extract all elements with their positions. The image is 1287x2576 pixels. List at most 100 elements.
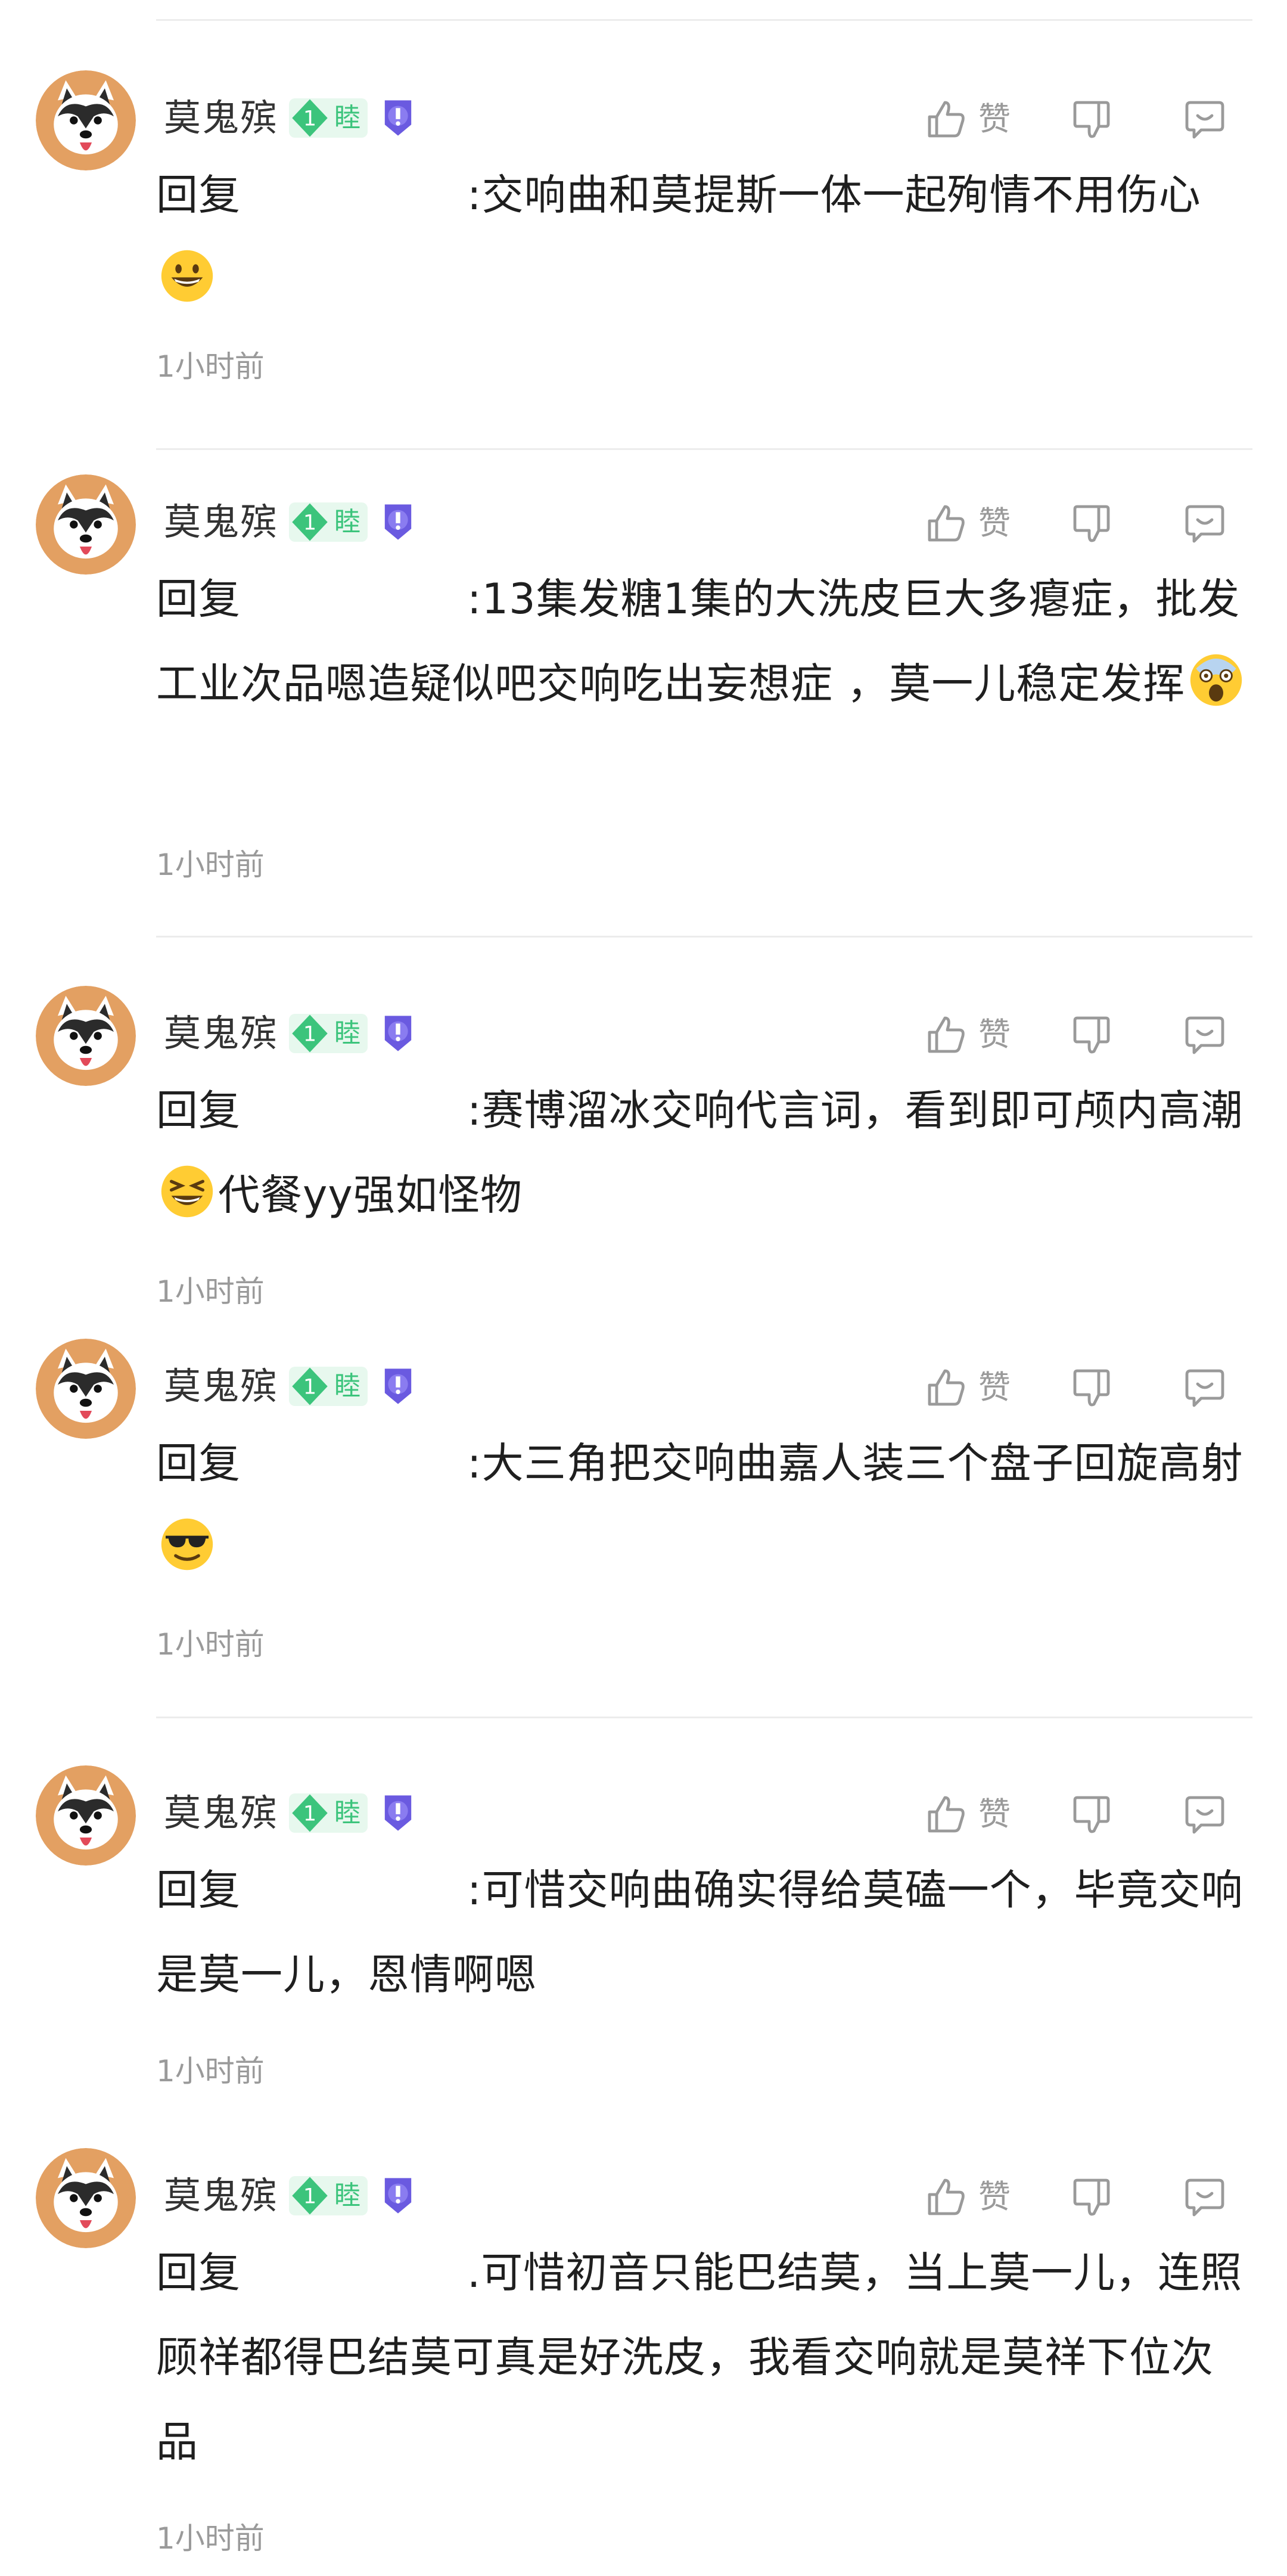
reply-prefix: 回复 xyxy=(156,575,241,623)
comment-body: 回复:13集发糖1集的大洗皮巨大多瘪症，批发工业次品嗯造疑似吧交响吃出妄想症 ，… xyxy=(156,557,1252,726)
comment-actions: 赞 xyxy=(922,498,1229,548)
comment-header: 莫鬼殡 1 睦 xyxy=(164,497,420,547)
dislike-button[interactable] xyxy=(1068,499,1115,547)
thumbs-down-icon xyxy=(1073,2178,1110,2216)
level-number: 1 xyxy=(303,1802,316,1826)
badge-text: 睦 xyxy=(334,1798,361,1828)
comment-text: :13集发糖1集的大洗皮巨大多瘪症，批发工业次品嗯造疑似吧交响吃出妄想症 ，莫一… xyxy=(156,575,1241,708)
speech-bubble-icon xyxy=(1185,1016,1224,1054)
reply-button[interactable] xyxy=(1181,1790,1229,1838)
like-button[interactable]: 赞 xyxy=(922,2173,1011,2221)
level-number: 1 xyxy=(303,1022,316,1046)
thumbs-down-icon xyxy=(1073,1016,1110,1054)
like-label: 赞 xyxy=(978,1016,1011,1053)
dislike-button[interactable] xyxy=(1068,1790,1115,1838)
thumbs-down-icon xyxy=(1073,505,1110,542)
medal-icon xyxy=(376,1791,420,1835)
comment-text: :大三角把交响曲嘉人装三个盘子回旋高射 xyxy=(467,1439,1244,1488)
dislike-button[interactable] xyxy=(1068,1364,1115,1411)
husky-avatar-icon xyxy=(36,1765,136,1866)
speech-bubble-icon xyxy=(1185,2178,1224,2217)
level-badge: 1 睦 xyxy=(289,1367,368,1406)
comment-body: 回复:交响曲和莫提斯一体一起殉情不用伤心 xyxy=(156,153,1252,322)
reply-button[interactable] xyxy=(1181,2173,1229,2221)
level-number: 1 xyxy=(303,1375,316,1399)
thumbs-down-icon xyxy=(1073,1369,1110,1407)
level-badge: 1 睦 xyxy=(289,1014,368,1053)
reply-button[interactable] xyxy=(1181,1364,1229,1411)
masked-reply-target xyxy=(241,2281,467,2287)
timestamp: 1小时前 xyxy=(156,1274,265,1309)
avatar[interactable] xyxy=(36,1339,136,1439)
like-label: 赞 xyxy=(978,1368,1011,1406)
like-button[interactable]: 赞 xyxy=(922,95,1011,143)
like-label: 赞 xyxy=(978,1795,1011,1833)
comment-body: 回复:可惜交响曲确实得给莫磕一个，毕竟交响是莫一儿，恩情啊嗯 xyxy=(156,1848,1252,2017)
avatar[interactable] xyxy=(36,1765,136,1866)
username[interactable]: 莫鬼殡 xyxy=(164,93,278,143)
masked-reply-target xyxy=(241,203,467,209)
username[interactable]: 莫鬼殡 xyxy=(164,1361,278,1411)
divider xyxy=(156,19,1252,21)
sunglasses-face-emoji-icon xyxy=(158,1516,216,1573)
like-button[interactable]: 赞 xyxy=(922,499,1011,547)
dislike-button[interactable] xyxy=(1068,1011,1115,1059)
masked-reply-target xyxy=(241,1898,467,1904)
reply-button[interactable] xyxy=(1181,1011,1229,1059)
level-number: 1 xyxy=(303,2184,316,2208)
reply-button[interactable] xyxy=(1181,95,1229,143)
speech-bubble-icon xyxy=(1185,505,1224,543)
reply-button[interactable] xyxy=(1181,499,1229,547)
comment-text: :赛博溜冰交响代言词，看到即可颅内高潮 xyxy=(467,1086,1244,1135)
timestamp: 1小时前 xyxy=(156,2521,265,2556)
username[interactable]: 莫鬼殡 xyxy=(164,497,278,547)
avatar[interactable] xyxy=(36,474,136,575)
badge-text: 睦 xyxy=(334,1371,361,1401)
avatar[interactable] xyxy=(36,986,136,1086)
dislike-button[interactable] xyxy=(1068,95,1115,143)
comment-actions: 赞 xyxy=(922,1010,1229,1060)
speech-bubble-icon xyxy=(1185,101,1224,139)
level-badge: 1 睦 xyxy=(289,1793,368,1833)
comment-feed: 莫鬼殡 1 睦 赞 回复:交响曲和莫提斯一体一起殉情不用伤心 1小时前 莫鬼殡… xyxy=(0,0,1287,2576)
like-button[interactable]: 赞 xyxy=(922,1011,1011,1059)
avatar[interactable] xyxy=(36,2148,136,2248)
like-label: 赞 xyxy=(978,2178,1011,2215)
timestamp: 1小时前 xyxy=(156,349,265,384)
reply-prefix: 回复 xyxy=(156,1866,241,1914)
thumbs-up-icon xyxy=(928,2178,965,2215)
husky-avatar-icon xyxy=(36,2148,136,2248)
like-label: 赞 xyxy=(978,100,1011,138)
speech-bubble-icon xyxy=(1185,1369,1224,1407)
comment-header: 莫鬼殡 1 睦 xyxy=(164,1788,420,1838)
thumbs-down-icon xyxy=(1073,1796,1110,1833)
like-label: 赞 xyxy=(978,504,1011,542)
comment-header: 莫鬼殡 1 睦 xyxy=(164,93,420,143)
timestamp: 1小时前 xyxy=(156,2054,265,2088)
timestamp: 1小时前 xyxy=(156,1627,265,1662)
level-badge: 1 睦 xyxy=(289,2176,368,2215)
username[interactable]: 莫鬼殡 xyxy=(164,2171,278,2221)
thumbs-down-icon xyxy=(1073,101,1110,138)
husky-avatar-icon xyxy=(36,70,136,170)
username[interactable]: 莫鬼殡 xyxy=(164,1788,278,1838)
avatar[interactable] xyxy=(36,70,136,170)
dislike-button[interactable] xyxy=(1068,2173,1115,2221)
comment-body: 回复 .可惜初音只能巴结莫，当上莫一儿，连照顾祥都得巴结莫可真是好洗皮，我看交响就… xyxy=(156,2230,1252,2484)
like-button[interactable]: 赞 xyxy=(922,1790,1011,1838)
reply-prefix: 回复 xyxy=(156,1086,241,1135)
badge-text: 睦 xyxy=(334,2180,361,2211)
medal-icon xyxy=(376,1364,420,1408)
level-gem-icon: 1 xyxy=(292,2177,328,2215)
comment-actions: 赞 xyxy=(922,1363,1229,1413)
badge-text: 睦 xyxy=(334,103,361,133)
like-button[interactable]: 赞 xyxy=(922,1364,1011,1411)
level-number: 1 xyxy=(303,107,316,131)
level-gem-icon: 1 xyxy=(292,1794,328,1832)
reply-prefix: 回复 xyxy=(156,1439,241,1488)
level-number: 1 xyxy=(303,511,316,535)
thumbs-up-icon xyxy=(928,505,965,542)
badge-text: 睦 xyxy=(334,1018,361,1048)
username[interactable]: 莫鬼殡 xyxy=(164,1008,278,1059)
timestamp: 1小时前 xyxy=(156,848,265,882)
